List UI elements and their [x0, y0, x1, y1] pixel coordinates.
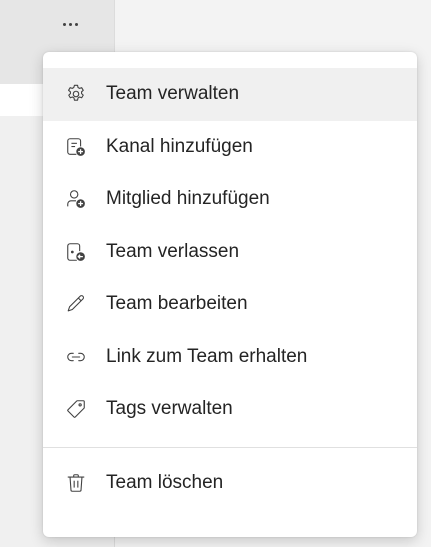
team-context-menu: Team verwalten Kanal hinzufügen Mitglied…: [43, 52, 417, 537]
more-horizontal-icon: [62, 22, 66, 26]
more-options-button[interactable]: [54, 10, 86, 38]
menu-item-delete-team[interactable]: Team löschen: [43, 457, 417, 510]
person-add-icon: [65, 188, 87, 210]
link-icon: [65, 346, 87, 368]
menu-item-manage-team[interactable]: Team verwalten: [43, 68, 417, 121]
pencil-icon: [65, 293, 87, 315]
menu-item-get-link[interactable]: Link zum Team erhalten: [43, 331, 417, 384]
menu-item-label: Team verwalten: [106, 83, 240, 105]
menu-item-label: Team bearbeiten: [106, 293, 248, 315]
channel-add-icon: [65, 136, 87, 158]
menu-item-label: Link zum Team erhalten: [106, 345, 308, 367]
menu-item-add-member[interactable]: Mitglied hinzufügen: [43, 173, 417, 226]
gear-icon: [65, 83, 87, 105]
menu-item-edit-team[interactable]: Team bearbeiten: [43, 278, 417, 331]
menu-item-label: Kanal hinzufügen: [106, 135, 253, 157]
menu-item-leave-team[interactable]: Team verlassen: [43, 226, 417, 279]
more-dot: [68, 22, 72, 26]
menu-item-label: Team löschen: [106, 471, 224, 493]
tag-icon: [65, 398, 87, 420]
menu-item-label: Tags verwalten: [106, 398, 233, 420]
menu-separator: [43, 446, 417, 448]
menu-item-manage-tags[interactable]: Tags verwalten: [43, 383, 417, 436]
menu-item-add-channel[interactable]: Kanal hinzufügen: [43, 121, 417, 174]
trash-icon: [65, 472, 87, 494]
menu-item-label: Team verlassen: [106, 240, 240, 262]
leave-team-icon: [65, 241, 87, 263]
more-dot: [74, 22, 78, 26]
menu-item-label: Mitglied hinzufügen: [106, 188, 270, 210]
